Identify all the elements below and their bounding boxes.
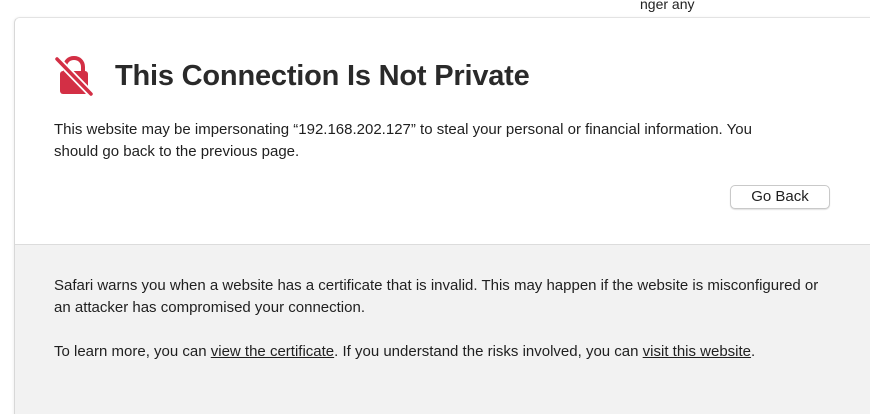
certificate-explanation: Safari warns you when a website has a ce… bbox=[54, 277, 819, 316]
lock-slash-icon bbox=[53, 55, 95, 97]
browser-page: nger any This Connection Is Not Private … bbox=[0, 0, 870, 414]
details-section: Safari warns you when a website has a ce… bbox=[15, 245, 870, 414]
learn-more-prefix: To learn more, you can bbox=[54, 343, 211, 360]
learn-more-middle: . If you understand the risks involved, … bbox=[334, 343, 643, 360]
warning-message: This website may be impersonating “192.1… bbox=[54, 121, 752, 160]
warning-header-section: This Connection Is Not Private This webs… bbox=[15, 18, 870, 244]
warning-panel: This Connection Is Not Private This webs… bbox=[14, 17, 870, 414]
top-cropped-text: nger any bbox=[640, 0, 695, 12]
learn-more-paragraph: To learn more, you can view the certific… bbox=[54, 341, 834, 363]
title-row: This Connection Is Not Private bbox=[53, 55, 530, 97]
go-back-button[interactable]: Go Back bbox=[730, 185, 830, 209]
visit-website-link[interactable]: visit this website bbox=[643, 343, 751, 360]
page-title: This Connection Is Not Private bbox=[115, 59, 530, 92]
learn-more-suffix: . bbox=[751, 343, 756, 360]
view-certificate-link[interactable]: view the certificate bbox=[211, 343, 334, 360]
